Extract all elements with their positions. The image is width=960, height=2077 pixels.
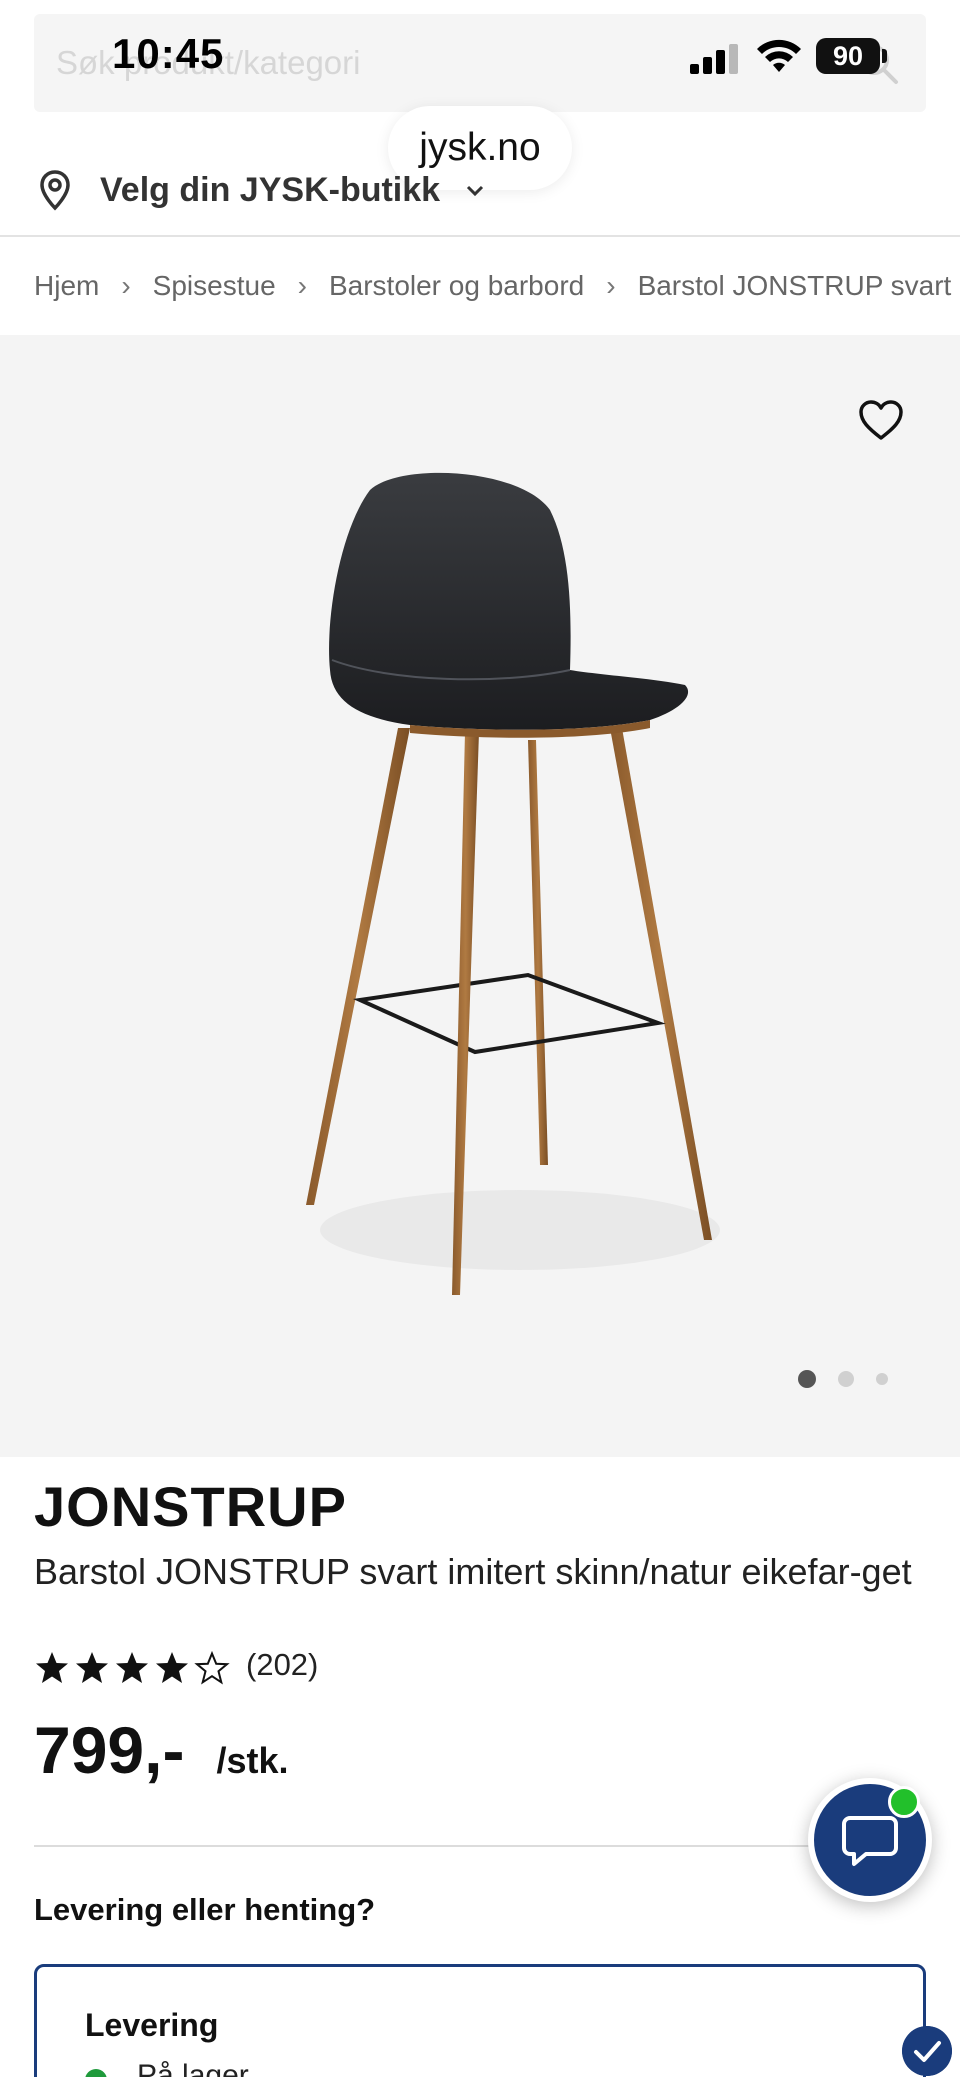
breadcrumb-item-current: Barstol JONSTRUP svart (637, 270, 952, 301)
store-picker-label: Velg din JYSK-butikk (100, 170, 441, 209)
gallery-dot[interactable] (838, 1371, 854, 1387)
header-divider (0, 235, 960, 237)
gallery-dot[interactable] (876, 1373, 888, 1385)
breadcrumb-item-barstoler[interactable]: Barstoler og barbord (329, 270, 584, 302)
gallery-pagination (798, 1370, 910, 1388)
delivery-option-card[interactable]: Levering På lager (34, 1964, 926, 2077)
delivery-option-title: Levering (85, 2007, 219, 2043)
review-count[interactable]: (202) (246, 1647, 318, 1683)
gallery-dot-active[interactable] (798, 1370, 816, 1388)
breadcrumb-separator-icon: › (121, 270, 131, 301)
breadcrumb-item-home[interactable]: Hjem (34, 270, 99, 302)
star-empty-icon (194, 1650, 230, 1685)
price-row: 799,- /stk. (34, 1712, 288, 1788)
breadcrumb-separator-icon: › (606, 270, 616, 301)
stock-status-dot (85, 2069, 107, 2077)
product-rating[interactable]: (202) (34, 1647, 318, 1686)
star-filled-icon (76, 1652, 108, 1683)
price-unit: /stk. (216, 1740, 289, 1781)
delivery-heading: Levering eller henting? (34, 1892, 376, 1927)
section-divider (34, 1845, 926, 1847)
product-name: JONSTRUP (34, 1475, 347, 1538)
wifi-icon (757, 39, 801, 72)
breadcrumb-separator-icon: › (297, 270, 307, 301)
store-picker[interactable]: Velg din JYSK-butikk (34, 160, 486, 220)
battery-indicator: 90 (816, 38, 888, 74)
chevron-down-icon (467, 185, 484, 197)
star-filled-icon (36, 1652, 68, 1683)
product-description: Barstol JONSTRUP svart imitert skinn/nat… (34, 1551, 912, 1592)
breadcrumb-item-spisestue[interactable]: Spisestue (153, 270, 276, 302)
battery-tip (882, 49, 887, 63)
star-filled-icon (116, 1652, 148, 1683)
location-pin-icon (40, 170, 70, 211)
stock-status-text: På lager (137, 2059, 249, 2077)
breadcrumb: Hjem › Spisestue › Barstoler og barbord … (34, 266, 951, 306)
battery-level: 90 (816, 38, 880, 74)
product-image-barstool (306, 472, 720, 1295)
product-price: 799,- (34, 1713, 185, 1787)
checkmark-icon (902, 2026, 952, 2076)
heart-icon[interactable] (858, 398, 904, 442)
star-filled-icon (156, 1652, 188, 1683)
status-time: 10:45 (112, 30, 225, 77)
chat-bubble-icon (842, 1816, 898, 1866)
online-status-dot (888, 1786, 920, 1818)
signal-icon (690, 44, 738, 74)
